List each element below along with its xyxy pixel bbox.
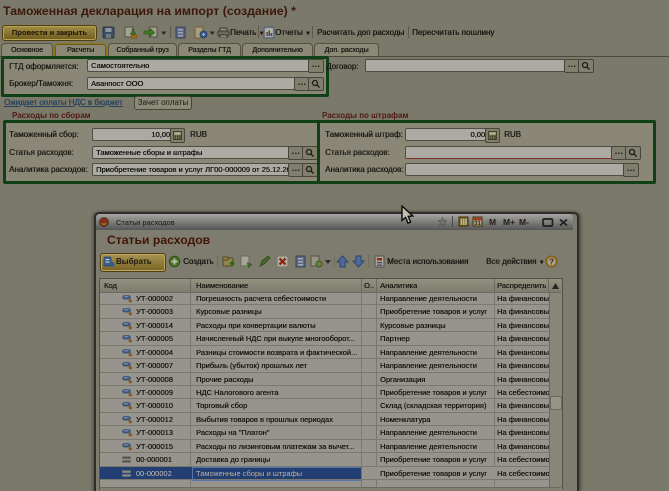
svg-text:31: 31	[474, 221, 481, 227]
svg-text:?: ?	[549, 257, 554, 267]
